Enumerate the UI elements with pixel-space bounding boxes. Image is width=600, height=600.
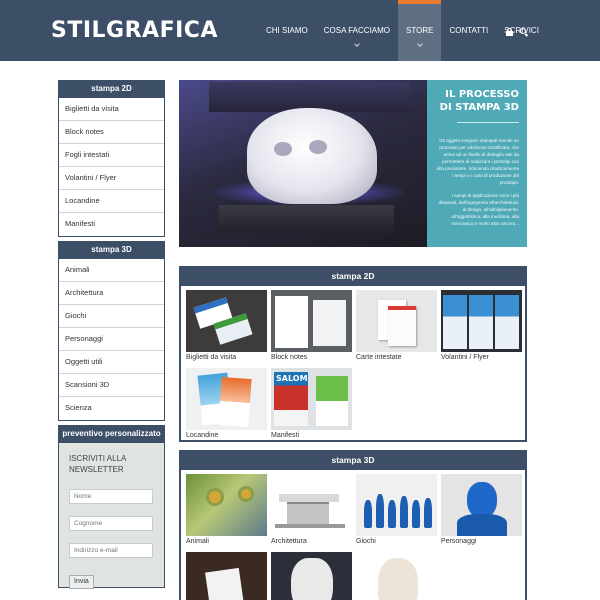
- hero-description: Gli oggetti vengono stampati tramite un …: [436, 138, 519, 226]
- posters-image: [186, 368, 267, 430]
- tile-scansioni[interactable]: [271, 552, 352, 600]
- hero-banner: IL PROCESSO DI STAMPA 3D Gli oggetti ven…: [179, 80, 527, 247]
- product-box-3d: stampa 3D Animali Architettura Giochi Pe…: [179, 450, 527, 600]
- subscribe-button[interactable]: Invia: [69, 575, 94, 589]
- tile-locandine[interactable]: Locandine: [186, 368, 267, 439]
- tile-label: Locandine: [186, 432, 219, 439]
- tile-biglietti[interactable]: Biglietti da visita: [186, 290, 267, 361]
- skull-model-image: [356, 552, 437, 600]
- active-indicator: [398, 0, 442, 4]
- email-field[interactable]: [69, 543, 153, 558]
- business-cards-image: [186, 290, 267, 352]
- nav-store[interactable]: STORE: [398, 0, 442, 61]
- tile-block-notes[interactable]: Block notes: [271, 290, 352, 361]
- bust-image: [441, 474, 522, 536]
- hero-title: IL PROCESSO DI STAMPA 3D: [439, 89, 519, 113]
- sidebar-item-animali[interactable]: Animali: [59, 259, 164, 282]
- tile-manifesti[interactable]: SALOM Manifesti: [271, 368, 352, 439]
- tile-label: Animali: [186, 538, 209, 545]
- search-icon[interactable]: [520, 28, 529, 37]
- pencil-holder-image: [186, 552, 267, 600]
- chameleon-image: [186, 474, 267, 536]
- tile-carte-intestate[interactable]: Carte intestate: [356, 290, 437, 361]
- nav-label: CONTATTI: [449, 26, 489, 35]
- nav-contatti[interactable]: CONTATTI: [441, 0, 496, 61]
- sidebar: stampa 2D Biglietti da visita Block note…: [58, 80, 165, 589]
- sidebar-item-block-notes[interactable]: Block notes: [59, 121, 164, 144]
- box-heading-3d: stampa 3D: [181, 452, 525, 470]
- sidebar-list-3d: Animali Architettura Giochi Personaggi O…: [58, 259, 165, 421]
- sidebar-heading-3d: stampa 3D: [58, 241, 165, 259]
- site-logo[interactable]: STILGRAFICA: [51, 18, 218, 43]
- product-box-2d: stampa 2D Biglietti da visita Block note…: [179, 266, 527, 442]
- tile-volantini[interactable]: Volantini / Flyer: [441, 290, 522, 361]
- tile-architettura[interactable]: Architettura: [271, 474, 352, 545]
- newsletter-title: ISCRIVITI ALLA NEWSLETTER: [69, 454, 126, 474]
- tile-label: Block notes: [271, 354, 308, 361]
- sidebar-item-scienza[interactable]: Scienza: [59, 397, 164, 420]
- site-header: STILGRAFICA CHI SIAMO COSA FACCIAMO STOR…: [0, 0, 600, 61]
- billboards-image: SALOM: [271, 368, 352, 430]
- main-nav: CHI SIAMO COSA FACCIAMO STORE CONTATTI S…: [258, 0, 547, 61]
- tile-label: Carte intestate: [356, 354, 402, 361]
- nav-label: CHI SIAMO: [266, 26, 308, 35]
- tile-label: Architettura: [271, 538, 307, 545]
- chevron-down-icon: [354, 41, 360, 47]
- name-field[interactable]: [69, 489, 153, 504]
- tile-personaggi[interactable]: Personaggi: [441, 474, 522, 545]
- tile-label: Manifesti: [271, 432, 300, 439]
- sidebar-item-personaggi[interactable]: Personaggi: [59, 328, 164, 351]
- sidebar-item-oggetti-utili[interactable]: Oggetti utili: [59, 351, 164, 374]
- face-scan-image: [271, 552, 352, 600]
- tile-label: Volantini / Flyer: [441, 354, 489, 361]
- nav-label: STORE: [406, 26, 434, 35]
- sidebar-item-biglietti[interactable]: Biglietti da visita: [59, 98, 164, 121]
- notepads-image: [271, 290, 352, 352]
- sidebar-item-architettura[interactable]: Architettura: [59, 282, 164, 305]
- building-model-image: [271, 474, 352, 536]
- tile-giochi[interactable]: Giochi: [356, 474, 437, 545]
- sidebar-item-scansioni[interactable]: Scansioni 3D: [59, 374, 164, 397]
- tile-animali[interactable]: Animali: [186, 474, 267, 545]
- lock-icon[interactable]: [506, 28, 514, 36]
- nav-chi-siamo[interactable]: CHI SIAMO: [258, 0, 316, 61]
- sidebar-list-2d: Biglietti da visita Block notes Fogli in…: [58, 98, 165, 237]
- chess-pieces-image: [356, 474, 437, 536]
- nav-label: COSA FACCIAMO: [323, 26, 391, 35]
- sidebar-item-manifesti[interactable]: Manifesti: [59, 213, 164, 236]
- flyers-image: [441, 290, 522, 352]
- sidebar-heading-2d: stampa 2D: [58, 80, 165, 98]
- sidebar-item-giochi[interactable]: Giochi: [59, 305, 164, 328]
- surname-field[interactable]: [69, 516, 153, 531]
- letterhead-image: [356, 290, 437, 352]
- divider: [457, 122, 519, 123]
- sidebar-item-locandine[interactable]: Locandine: [59, 190, 164, 213]
- sidebar-item-fogli-intestati[interactable]: Fogli intestati: [59, 144, 164, 167]
- quote-request-button[interactable]: preventivo personalizzato: [58, 425, 165, 443]
- printer-photo: [179, 80, 427, 247]
- sidebar-item-volantini[interactable]: Volantini / Flyer: [59, 167, 164, 190]
- box-heading-2d: stampa 2D: [181, 268, 525, 286]
- tile-scienza[interactable]: [356, 552, 437, 600]
- tile-label: Giochi: [356, 538, 376, 545]
- nav-cosa-facciamo[interactable]: COSA FACCIAMO: [316, 0, 398, 61]
- hero-text-panel: IL PROCESSO DI STAMPA 3D Gli oggetti ven…: [427, 80, 527, 247]
- tile-label: Biglietti da visita: [186, 354, 237, 361]
- tile-oggetti[interactable]: [186, 552, 267, 600]
- tile-label: Personaggi: [441, 538, 477, 545]
- newsletter-form: ISCRIVITI ALLA NEWSLETTER Invia: [58, 443, 165, 589]
- chevron-down-icon: [416, 41, 423, 47]
